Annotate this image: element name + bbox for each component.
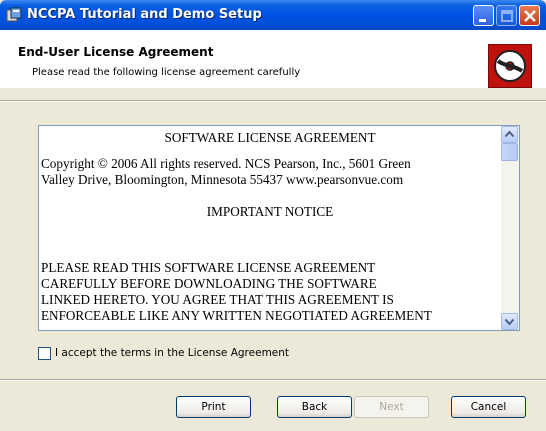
- close-icon: [524, 10, 536, 22]
- back-button[interactable]: Back: [277, 396, 352, 418]
- close-button[interactable]: [519, 5, 540, 26]
- title-bar[interactable]: NCCPA Tutorial and Demo Setup: [0, 0, 546, 30]
- cancel-button[interactable]: Cancel: [451, 396, 526, 418]
- window-title: NCCPA Tutorial and Demo Setup: [27, 7, 262, 22]
- notice-heading: IMPORTANT NOTICE: [206, 204, 334, 219]
- notice-line: PLEASE READ THIS SOFTWARE LICENSE AGREEM…: [41, 260, 376, 275]
- header-banner: End-User License Agreement Please read t…: [0, 30, 546, 88]
- disc-logo-icon: [488, 44, 532, 88]
- chevron-down-icon: [504, 318, 515, 326]
- scroll-down-button[interactable]: [501, 313, 518, 330]
- page-title: End-User License Agreement: [18, 45, 214, 59]
- accept-checkbox[interactable]: [38, 347, 51, 360]
- license-content: SOFTWARE LICENSE AGREEMENT Copyright © 2…: [41, 126, 499, 330]
- footer-divider: [0, 379, 546, 381]
- license-text-box[interactable]: SOFTWARE LICENSE AGREEMENT Copyright © 2…: [38, 125, 520, 331]
- next-button: Next: [354, 396, 429, 418]
- header-divider: [0, 100, 546, 102]
- print-button[interactable]: Print: [176, 396, 251, 418]
- scroll-up-button[interactable]: [501, 126, 518, 143]
- license-heading: SOFTWARE LICENSE AGREEMENT: [164, 130, 376, 145]
- license-scrollbar[interactable]: [501, 126, 519, 330]
- notice-line: LINKED HERETO. YOU AGREE THAT THIS AGREE…: [41, 292, 394, 307]
- maximize-icon: [501, 10, 513, 22]
- copyright-line: Valley Drive, Bloomington, Minnesota 554…: [41, 172, 404, 187]
- copyright-line: Copyright © 2006 All rights reserved. NC…: [41, 156, 411, 171]
- maximize-button: [496, 5, 517, 26]
- minimize-icon: [479, 19, 486, 22]
- chevron-up-icon: [504, 130, 515, 138]
- minimize-button[interactable]: [473, 5, 494, 26]
- notice-line: CAREFULLY BEFORE DOWNLOADING THE SOFTWAR…: [41, 276, 377, 291]
- setup-window: NCCPA Tutorial and Demo Setup End-User L…: [0, 0, 546, 431]
- page-subtitle: Please read the following license agreem…: [32, 67, 301, 78]
- scroll-thumb[interactable]: [501, 143, 518, 161]
- installer-app-icon: [6, 7, 22, 23]
- notice-line: ENFORCEABLE LIKE ANY WRITTEN NEGOTIATED …: [41, 308, 432, 323]
- accept-checkbox-label[interactable]: I accept the terms in the License Agreem…: [55, 347, 289, 359]
